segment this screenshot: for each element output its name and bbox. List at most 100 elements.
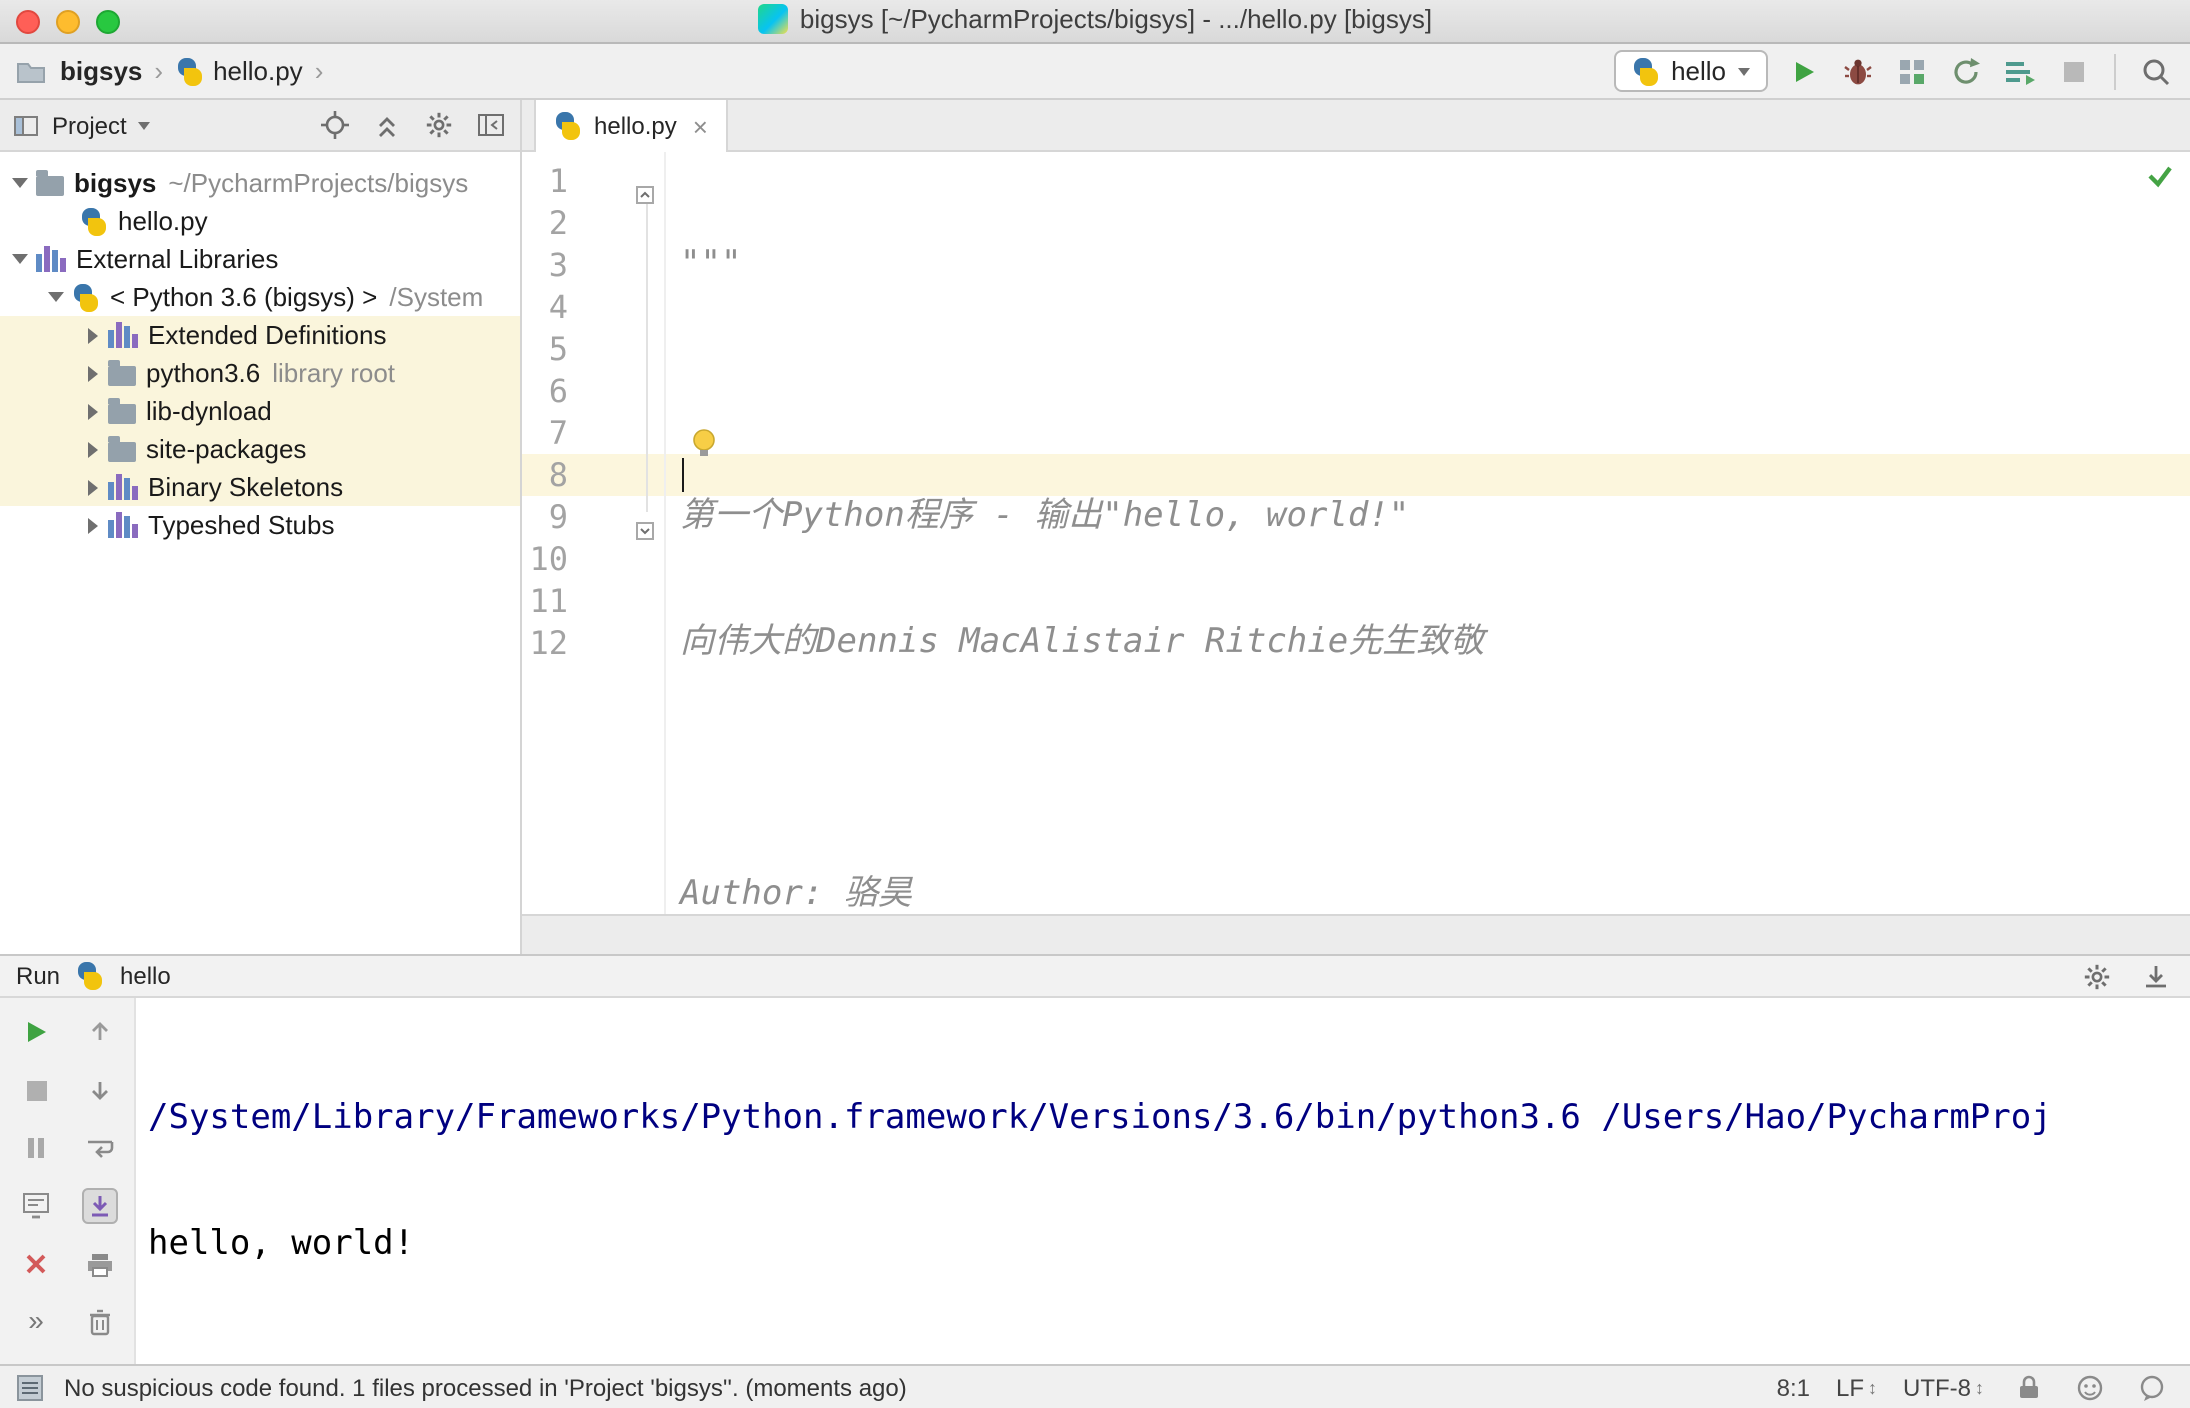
tree-item-external-libraries[interactable]: External Libraries [0,240,520,278]
project-tree: bigsys ~/PycharmProjects/bigsys hello.py… [0,152,520,954]
hide-panel-button[interactable] [472,107,508,143]
chevron-expanded-icon[interactable] [4,254,36,264]
rerun-button[interactable] [18,1014,54,1050]
inspections-ok-icon[interactable] [2146,160,2174,202]
gear-icon [425,112,451,138]
run-console[interactable]: /System/Library/Frameworks/Python.framew… [136,998,2190,1364]
tree-item-extended-definitions[interactable]: Extended Definitions [0,316,520,354]
tree-label: Extended Definitions [148,320,387,350]
run-settings-button[interactable] [2078,958,2114,994]
locate-file-button[interactable] [316,107,352,143]
code-area[interactable]: """ 第一个Python程序 - 输出"hello, world!" 向伟大的… [666,152,2190,914]
collapse-all-button[interactable] [368,107,404,143]
scroll-to-end-button[interactable] [82,1188,118,1224]
run-panel-body: » /System/Library/Frameworks/Python.fram… [0,998,2190,1364]
editor-scrollbar-track[interactable] [522,914,2190,954]
tree-item-lib-dynload[interactable]: lib-dynload [0,392,520,430]
run-panel-title: Run [16,962,61,990]
panel-settings-button[interactable] [420,107,456,143]
pycharm-app-icon [757,3,788,33]
close-icon[interactable]: × [693,113,708,139]
chevron-collapsed-icon[interactable] [76,403,108,419]
arrow-up-icon [92,1022,108,1040]
arrow-down-icon [92,1082,108,1100]
stop-button[interactable] [2056,53,2092,89]
run-config-selector[interactable]: hello [1613,50,1768,92]
breadcrumb-separator: › [154,56,164,86]
chevron-collapsed-icon[interactable] [76,327,108,343]
print-button[interactable] [82,1246,118,1282]
run-button[interactable] [1786,53,1822,89]
line-number: 8 [548,456,568,494]
toolwindow-switcher-button[interactable] [12,1369,48,1405]
hide-run-panel-button[interactable] [2138,958,2174,994]
breadcrumb-project-label: bigsys [60,56,143,86]
chevron-expanded-icon[interactable] [40,292,72,302]
library-icon [108,474,138,500]
tree-label: Binary Skeletons [148,472,344,502]
status-message[interactable]: No suspicious code found. 1 files proces… [64,1373,907,1401]
chevron-collapsed-icon[interactable] [76,441,108,457]
tree-item-python36-root[interactable]: python3.6 library root [0,354,520,392]
editor-column: hello.py × 1 2 3 4 5 6 7 8 9 10 11 12 ""… [522,100,2190,954]
breadcrumb-separator: › [314,56,324,86]
tree-item-binary-skeletons[interactable]: Binary Skeletons [0,468,520,506]
code-line: 第一个Python程序 - 输出"hello, world!" [680,496,2190,538]
tree-item-bigsys[interactable]: bigsys ~/PycharmProjects/bigsys [0,164,520,202]
trash-icon [90,1309,110,1336]
tree-item-hello-py[interactable]: hello.py [0,202,520,240]
more-actions-icon[interactable]: » [28,1304,44,1336]
stop-process-button[interactable] [18,1072,54,1108]
tab-hello-py[interactable]: hello.py × [534,100,728,152]
search-everywhere-button[interactable] [2138,53,2174,89]
breadcrumb-project[interactable]: bigsys [60,56,142,86]
fold-marker-start[interactable] [636,172,654,214]
pycharm-window: bigsys [~/PycharmProjects/bigsys] - .../… [0,0,2190,1408]
close-run-panel-button[interactable] [18,1246,54,1282]
chevron-collapsed-icon[interactable] [76,517,108,533]
tree-item-typeshed-stubs[interactable]: Typeshed Stubs [0,506,520,544]
python-icon [76,962,104,990]
profiler-button[interactable] [1948,53,1984,89]
speech-bubble-icon [2140,1374,2164,1400]
crosshair-icon [320,111,348,139]
library-icon [36,246,66,272]
up-stacktrace-button[interactable] [82,1014,118,1050]
pause-output-button[interactable] [18,1130,54,1166]
tree-item-python-sdk[interactable]: < Python 3.6 (bigsys) > /System [0,278,520,316]
soft-wrap-button[interactable] [82,1130,118,1166]
encoding-widget[interactable]: UTF-8 ↕ [1903,1373,1984,1401]
line-separator-widget[interactable]: LF ↕ [1836,1373,1877,1401]
event-log-button[interactable] [2134,1369,2170,1405]
chevron-collapsed-icon[interactable] [76,365,108,381]
run-with-coverage-button[interactable] [1894,53,1930,89]
caret-position-widget[interactable]: 8:1 [1777,1373,1810,1401]
concurrency-diagram-button[interactable] [2002,53,2038,89]
lock-icon [2019,1375,2037,1398]
editor-gutter[interactable]: 1 2 3 4 5 6 7 8 9 10 11 12 [522,152,666,914]
run-config-label: hello [120,962,171,990]
python-icon [72,283,100,311]
readonly-toggle[interactable] [2010,1369,2046,1405]
docstring-delimiter: """ [680,244,742,284]
code-editor[interactable]: 1 2 3 4 5 6 7 8 9 10 11 12 """ 第一个Python… [522,152,2190,914]
show-console-button[interactable] [18,1188,54,1224]
project-panel-header[interactable]: Project [0,100,520,152]
library-icon [108,512,138,538]
tab-label: hello.py [594,112,677,140]
debug-button[interactable] [1840,53,1876,89]
fold-marker-end[interactable] [636,508,654,550]
line-number: 7 [548,414,568,452]
breadcrumb-file[interactable]: hello.py [175,56,303,86]
python-file-icon [80,207,108,235]
down-stacktrace-button[interactable] [82,1072,118,1108]
tree-item-site-packages[interactable]: site-packages [0,430,520,468]
chevron-collapsed-icon[interactable] [76,479,108,495]
run-panel-header[interactable]: Run hello [0,956,2190,998]
run-tool-window: Run hello » /System/Library/Frameworks/P… [0,954,2190,1364]
intention-bulb-icon[interactable] [690,428,718,472]
chevron-expanded-icon[interactable] [4,178,36,188]
highlighting-level-button[interactable] [2072,1369,2108,1405]
console-monitor-icon [23,1193,49,1219]
clear-all-button[interactable] [82,1304,118,1340]
